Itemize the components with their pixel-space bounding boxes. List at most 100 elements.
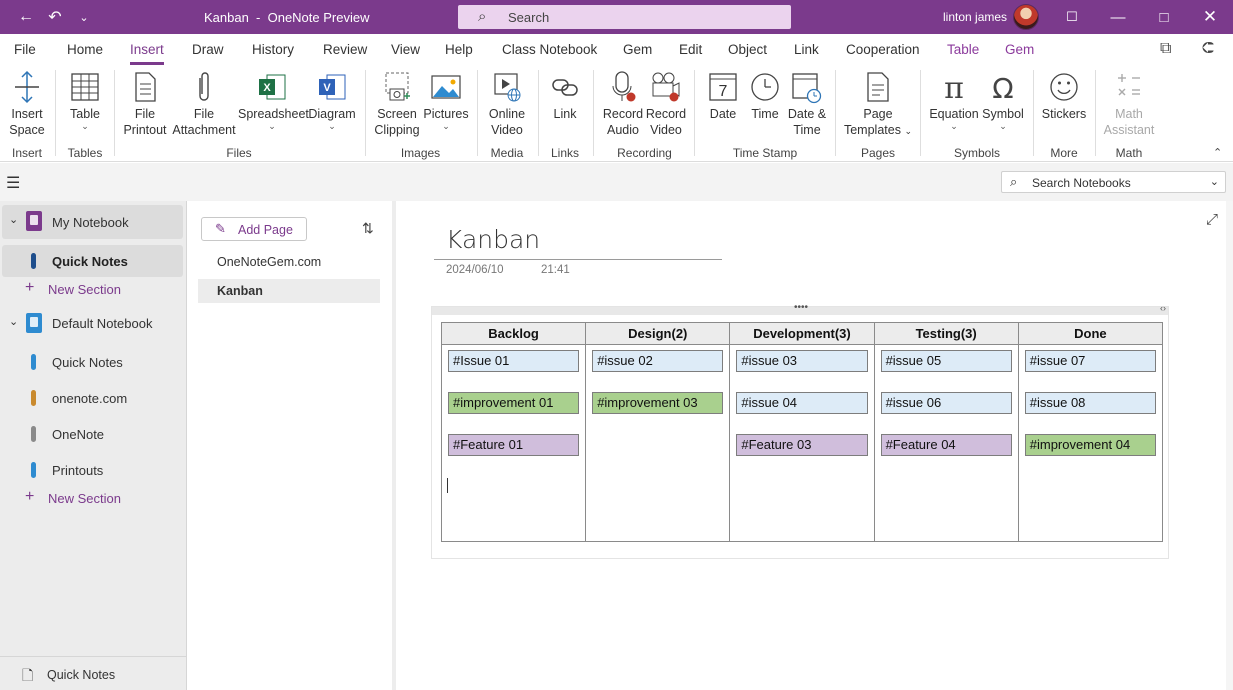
- pictures-button[interactable]: Pictures ⌄: [422, 70, 470, 131]
- kanban-column[interactable]: #Issue 01 #improvement 01 #Feature 01: [440, 344, 587, 542]
- new-section-button[interactable]: + New Section: [2, 273, 183, 305]
- equation-button[interactable]: π Equation ⌄: [928, 70, 980, 131]
- new-section-button[interactable]: + New Section: [2, 482, 183, 514]
- tab-gem[interactable]: Gem: [623, 42, 652, 57]
- page-canvas[interactable]: ⤢ Kanban 2024/06/10 21:41 •••• ‹› Backlo…: [400, 201, 1233, 690]
- page-item-selected[interactable]: Kanban: [198, 279, 380, 303]
- drag-handle-icon[interactable]: ••••: [794, 302, 808, 313]
- kanban-card[interactable]: #Feature 04: [880, 434, 1012, 456]
- vertical-scrollbar[interactable]: [1226, 201, 1233, 690]
- share-icon[interactable]: ⮈: [1202, 40, 1214, 58]
- spreadsheet-button[interactable]: X Spreadsheet ⌄: [238, 70, 309, 131]
- smiley-icon: [1050, 73, 1078, 101]
- kanban-column[interactable]: #issue 02 #improvement 03: [585, 344, 731, 542]
- kanban-table[interactable]: Backlog Design(2) Development(3) Testing(3)…: [440, 322, 1164, 542]
- kanban-card[interactable]: #improvement 03: [592, 392, 724, 414]
- tab-insert[interactable]: Insert: [130, 42, 164, 57]
- kanban-card[interactable]: #Feature 01: [448, 434, 580, 456]
- kanban-column[interactable]: #issue 03 #issue 04 #Feature 03: [729, 344, 875, 542]
- column-header[interactable]: Development(3): [729, 322, 875, 345]
- expand-icon[interactable]: ⤢: [1206, 211, 1218, 228]
- quick-notes-footer-button[interactable]: 🗋 Quick Notes: [0, 656, 186, 690]
- kanban-card[interactable]: #Feature 03: [736, 434, 868, 456]
- column-header[interactable]: Design(2): [585, 322, 731, 345]
- notebook-view-icon[interactable]: ⧉: [1160, 40, 1171, 58]
- tab-class-notebook[interactable]: Class Notebook: [502, 42, 597, 57]
- chevron-down-icon[interactable]: ⌄: [9, 213, 18, 226]
- ribbon-display-options-icon[interactable]: ☐: [1049, 0, 1095, 34]
- chevron-down-icon[interactable]: ⌄: [9, 315, 18, 328]
- kanban-card[interactable]: #issue 08: [1024, 392, 1156, 414]
- page-templates-button[interactable]: Page Templates ⌄: [843, 70, 913, 139]
- kanban-card[interactable]: #issue 06: [880, 392, 1012, 414]
- time-button[interactable]: Time: [745, 70, 785, 122]
- tab-help[interactable]: Help: [445, 42, 473, 57]
- table-button[interactable]: Table ⌄: [64, 70, 106, 131]
- user-name[interactable]: linton james: [943, 10, 1007, 24]
- quick-access-dropdown-icon[interactable]: ⌄: [69, 0, 99, 34]
- kanban-card[interactable]: #issue 02: [592, 350, 724, 372]
- tab-view[interactable]: View: [391, 42, 420, 57]
- minimize-icon[interactable]: —: [1095, 0, 1141, 34]
- kanban-column[interactable]: #issue 07 #issue 08 #improvement 04: [1017, 344, 1164, 542]
- symbol-button[interactable]: Ω Symbol ⌄: [980, 70, 1026, 131]
- back-icon[interactable]: ←: [11, 0, 41, 34]
- section-onenote[interactable]: OneNote: [2, 418, 183, 450]
- date-button[interactable]: 7 Date: [702, 70, 744, 122]
- collapse-ribbon-icon[interactable]: ⌃: [1213, 146, 1222, 159]
- kanban-card[interactable]: #improvement 01: [448, 392, 580, 414]
- resize-handle-icon[interactable]: ‹›: [1160, 303, 1166, 313]
- kanban-card[interactable]: #Issue 01: [448, 350, 580, 372]
- date-time-button[interactable]: Date & Time: [786, 70, 828, 138]
- tab-history[interactable]: History: [252, 42, 294, 57]
- column-header[interactable]: Done: [1017, 322, 1164, 345]
- tab-link[interactable]: Link: [794, 42, 819, 57]
- page-title[interactable]: Kanban: [446, 225, 540, 254]
- tab-table[interactable]: Table: [947, 42, 979, 57]
- tab-review[interactable]: Review: [323, 42, 367, 57]
- link-button[interactable]: Link: [545, 70, 585, 122]
- kanban-card[interactable]: #issue 03: [736, 350, 868, 372]
- section-quick-notes[interactable]: Quick Notes: [2, 346, 183, 378]
- record-audio-button[interactable]: Record Audio: [601, 70, 645, 138]
- chevron-down-icon[interactable]: ⌄: [1210, 175, 1219, 188]
- screen-clipping-button[interactable]: Screen Clipping: [371, 70, 423, 138]
- avatar[interactable]: [1013, 4, 1039, 30]
- file-printout-button[interactable]: File Printout: [121, 70, 169, 138]
- notebook-my-notebook[interactable]: ⌄ My Notebook: [2, 205, 183, 239]
- tab-cooperation[interactable]: Cooperation: [846, 42, 920, 57]
- tab-draw[interactable]: Draw: [192, 42, 224, 57]
- undo-icon[interactable]: ↶: [40, 0, 70, 34]
- kanban-card[interactable]: #issue 05: [880, 350, 1012, 372]
- search-notebooks-input[interactable]: ⌕ Search Notebooks ⌄: [1001, 171, 1226, 193]
- tab-file[interactable]: File: [14, 42, 36, 57]
- file-attachment-button[interactable]: File Attachment: [171, 70, 237, 138]
- container-handle[interactable]: •••• ‹›: [432, 302, 1168, 315]
- kanban-card[interactable]: #issue 04: [736, 392, 868, 414]
- tab-edit[interactable]: Edit: [679, 42, 702, 57]
- column-header[interactable]: Testing(3): [873, 322, 1019, 345]
- online-video-button[interactable]: Online Video: [483, 70, 531, 138]
- kanban-column[interactable]: #issue 05 #issue 06 #Feature 04: [873, 344, 1019, 542]
- kanban-card[interactable]: #improvement 04: [1024, 434, 1156, 456]
- record-video-button[interactable]: Record Video: [644, 70, 688, 138]
- close-icon[interactable]: ✕: [1187, 0, 1233, 34]
- column-header[interactable]: Backlog: [440, 322, 587, 345]
- kanban-card[interactable]: #issue 07: [1024, 350, 1156, 372]
- hamburger-menu-icon[interactable]: ☰: [6, 173, 20, 193]
- page-item[interactable]: OneNoteGem.com: [198, 250, 380, 274]
- insert-space-button[interactable]: Insert Space: [8, 70, 46, 138]
- stickers-button[interactable]: Stickers: [1040, 70, 1088, 122]
- tab-gem-table[interactable]: Gem: [1005, 42, 1034, 57]
- notebook-default-notebook[interactable]: ⌄ Default Notebook: [2, 307, 183, 339]
- math-assistant-button[interactable]: Math Assistant: [1101, 70, 1157, 138]
- diagram-button[interactable]: V Diagram ⌄: [307, 70, 357, 131]
- tab-object[interactable]: Object: [728, 42, 767, 57]
- add-page-button[interactable]: ✎ Add Page: [201, 217, 307, 241]
- section-onenote-com[interactable]: onenote.com: [2, 382, 183, 414]
- maximize-icon[interactable]: □: [1141, 0, 1187, 34]
- note-container[interactable]: •••• ‹› Backlog Design(2) Development(3) Te…: [431, 302, 1169, 559]
- search-box[interactable]: ⌕ Search: [458, 5, 791, 29]
- sort-icon[interactable]: ⇅: [362, 220, 374, 237]
- tab-home[interactable]: Home: [67, 42, 103, 57]
